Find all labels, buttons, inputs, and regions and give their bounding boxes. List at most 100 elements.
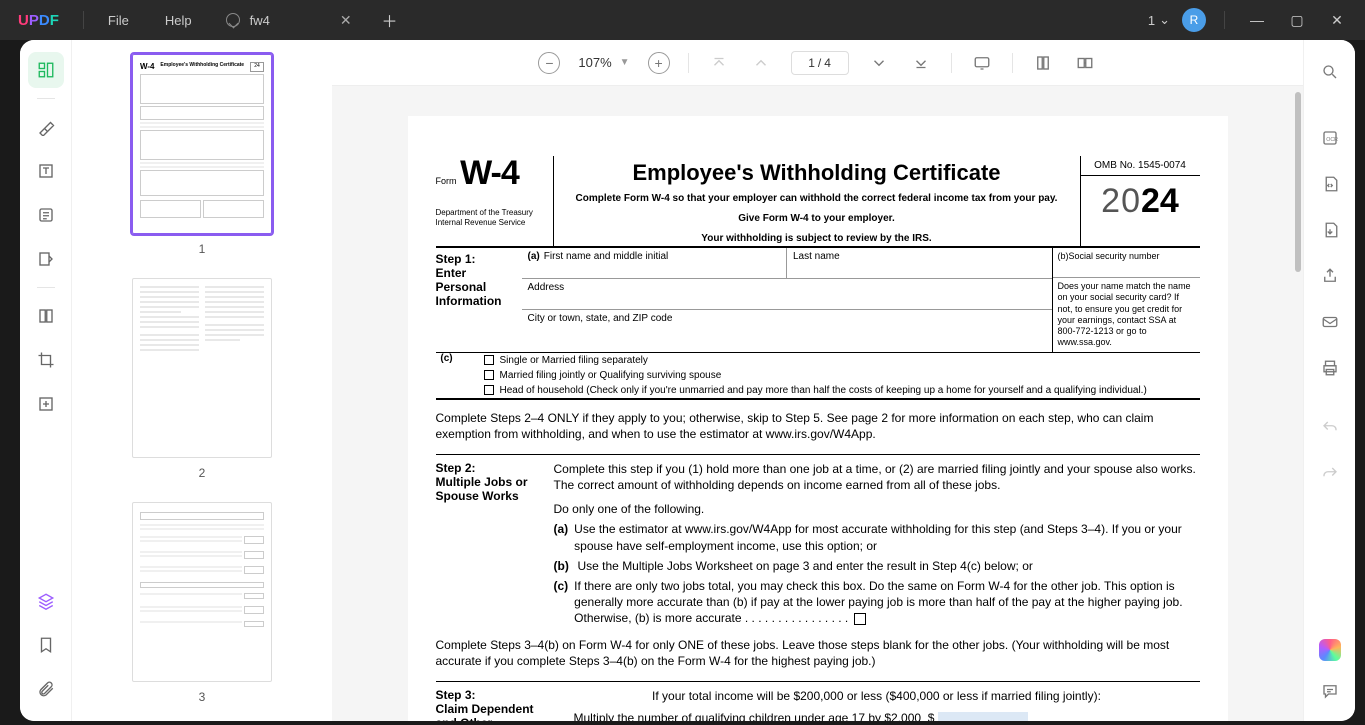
page-viewport[interactable]: Form W-4 Department of the Treasury Inte…	[332, 86, 1303, 721]
undo-button[interactable]	[1314, 412, 1346, 444]
step1-sub: Enter Personal Information	[436, 266, 502, 308]
organize-tool[interactable]	[28, 298, 64, 334]
tab-file-icon	[226, 13, 240, 27]
step3-intro: If your total income will be $200,000 or…	[554, 688, 1200, 704]
separator	[951, 53, 952, 73]
step1-title: Step 1:	[436, 252, 476, 266]
scrollbar-thumb[interactable]	[1295, 92, 1301, 272]
zoom-out-button[interactable]: −	[538, 52, 560, 74]
prev-page-button[interactable]	[749, 51, 773, 75]
compare-button[interactable]	[1073, 51, 1097, 75]
separator	[37, 98, 55, 99]
page-thumbnail-2[interactable]	[132, 278, 272, 458]
crop-tool[interactable]	[28, 342, 64, 378]
thumb-label-3: 3	[104, 690, 300, 704]
thumb-label-2: 2	[104, 466, 300, 480]
window-close[interactable]: ✕	[1323, 6, 1351, 34]
tab-title: fw4	[250, 13, 270, 28]
convert-button[interactable]	[1314, 168, 1346, 200]
text-tool[interactable]	[28, 153, 64, 189]
menu-help[interactable]: Help	[147, 13, 210, 28]
edit-tool[interactable]	[28, 241, 64, 277]
filing-single: Single or Married filing separately	[500, 355, 648, 366]
search-button[interactable]	[1314, 56, 1346, 88]
print-button[interactable]	[1314, 352, 1346, 384]
form-tool[interactable]	[28, 197, 64, 233]
form-sub2: Give Form W-4 to your employer.	[562, 212, 1072, 226]
tab-close-button[interactable]: ✕	[340, 12, 352, 29]
titlebar-right: 1⌄ R — ▢ ✕	[1148, 6, 1365, 34]
ssn-label: Social security number	[1069, 251, 1160, 261]
checkbox-hoh[interactable]	[484, 385, 494, 395]
checkbox-two-jobs[interactable]	[854, 613, 866, 625]
workspace: W-4Employee's Withholding Certificate24 …	[20, 40, 1355, 721]
step2-section: Step 2:Multiple Jobs or Spouse Works Com…	[436, 454, 1200, 627]
zoom-in-button[interactable]: +	[648, 52, 670, 74]
new-tab-button[interactable]: ＋	[366, 8, 414, 32]
doc-count[interactable]: 1⌄	[1148, 12, 1170, 28]
dropdown-icon: ▼	[620, 57, 630, 68]
thumb-label-1: 1	[104, 242, 300, 256]
export-button[interactable]	[1314, 214, 1346, 246]
page-thumbnail-1[interactable]: W-4Employee's Withholding Certificate24	[132, 54, 272, 234]
attachment-tool[interactable]	[28, 671, 64, 707]
step3-sub: Claim Dependent and Other	[436, 702, 546, 721]
thumbnail-panel: W-4Employee's Withholding Certificate24 …	[72, 40, 332, 721]
form-sub3: Your withholding is subject to review by…	[562, 232, 1072, 246]
separator	[688, 53, 689, 73]
step3-line1: Multiply the number of qualifying childr…	[574, 711, 922, 721]
user-avatar[interactable]: R	[1182, 8, 1206, 32]
right-tool-rail: OCR	[1303, 40, 1355, 721]
chevron-down-icon: ⌄	[1159, 12, 1170, 28]
share-button[interactable]	[1314, 260, 1346, 292]
comment-button[interactable]	[1314, 675, 1346, 707]
page-toolbar: − 107%▼ + 1/4	[332, 40, 1303, 86]
main-area: − 107%▼ + 1/4 Form W-4 Department of t	[332, 40, 1303, 721]
presentation-button[interactable]	[970, 51, 994, 75]
left-tool-rail	[20, 40, 72, 721]
ssn-note: Does your name match the name on your so…	[1053, 278, 1200, 352]
amount-children[interactable]	[938, 712, 1028, 721]
instructions-p2: Complete Steps 3–4(b) on Form W-4 for on…	[436, 637, 1200, 669]
titlebar: UPDF File Help fw4 ✕ ＋ 1⌄ R — ▢ ✕	[0, 0, 1365, 40]
pdf-page-1: Form W-4 Department of the Treasury Inte…	[408, 116, 1228, 721]
checkbox-married[interactable]	[484, 370, 494, 380]
filing-married: Married filing jointly or Qualifying sur…	[500, 370, 722, 381]
layers-tool[interactable]	[28, 583, 64, 619]
form-label: Form	[436, 176, 457, 186]
step2-opt-c: If there are only two jobs total, you ma…	[574, 579, 1182, 625]
svg-text:OCR: OCR	[1326, 137, 1338, 143]
scrollbar[interactable]	[1293, 92, 1303, 715]
step1c-letter: (c)	[436, 353, 458, 398]
next-page-button[interactable]	[867, 51, 891, 75]
last-name-label: Last name	[787, 248, 1052, 278]
last-page-button[interactable]	[909, 51, 933, 75]
highlighter-tool[interactable]	[28, 109, 64, 145]
checkbox-single[interactable]	[484, 355, 494, 365]
separator	[37, 287, 55, 288]
page-input[interactable]: 1/4	[791, 51, 849, 75]
email-button[interactable]	[1314, 306, 1346, 338]
page-layout-button[interactable]	[1031, 51, 1055, 75]
first-page-button[interactable]	[707, 51, 731, 75]
zoom-display[interactable]: 107%▼	[578, 55, 629, 70]
form-number: W-4	[460, 154, 519, 192]
bookmark-tool[interactable]	[28, 627, 64, 663]
redo-button[interactable]	[1314, 458, 1346, 490]
form-header: Form W-4 Department of the Treasury Inte…	[436, 156, 1200, 248]
ai-assistant-button[interactable]	[1319, 639, 1341, 661]
window-maximize[interactable]: ▢	[1283, 6, 1311, 34]
app-logo: UPDF	[0, 12, 77, 29]
form-title: Employee's Withholding Certificate	[562, 160, 1072, 186]
tax-year: 2024	[1081, 182, 1200, 221]
page-thumbnail-3[interactable]	[132, 502, 272, 682]
step2-do: Do only one of the following.	[554, 501, 1200, 517]
menu-file[interactable]: File	[90, 13, 147, 28]
step3-section: Step 3:Claim Dependent and Other If your…	[436, 681, 1200, 721]
ocr-button[interactable]: OCR	[1314, 122, 1346, 154]
compress-tool[interactable]	[28, 386, 64, 422]
window-minimize[interactable]: —	[1243, 6, 1271, 34]
document-tab[interactable]: fw4 ✕	[210, 0, 366, 40]
thumbnails-tool[interactable]	[28, 52, 64, 88]
dept-line2: Internal Revenue Service	[436, 218, 553, 228]
